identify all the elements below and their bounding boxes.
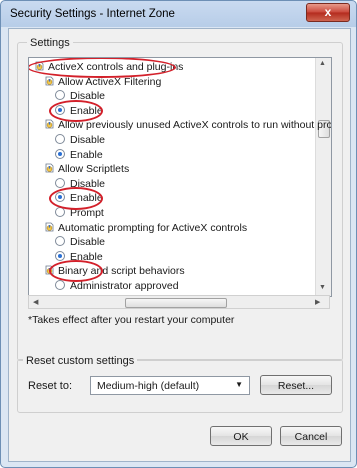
tree-item-label: Administrator approved [70,280,179,292]
tree-setting-autoprompt[interactable]: Automatic prompting for ActiveX controls [45,222,247,235]
cancel-button[interactable]: Cancel [280,426,342,446]
settings-group: ▲ ▼ ActiveX controls and plug-ins Allow A… [17,42,343,361]
tree-item-label: Allow Scriptlets [58,163,130,176]
red-highlight-ellipse [29,58,176,78]
radio-button[interactable] [55,90,65,101]
setting-shield-icon [45,222,58,234]
tree-option-previously-enable[interactable]: Enable [55,148,103,162]
tree-item-label: Allow previously unused ActiveX controls… [58,119,332,132]
tree-option-previously-disable[interactable]: Disable [55,134,105,147]
close-button[interactable]: x [306,3,350,22]
horizontal-scrollbar[interactable]: ◀ ▶ [28,295,330,309]
radio-button[interactable] [55,250,65,261]
scroll-down-arrow-icon[interactable]: ▼ [319,284,326,291]
radio-button[interactable] [55,280,65,290]
horizontal-scroll-thumb[interactable] [125,298,227,308]
restart-note: *Takes effect after you restart your com… [28,314,235,326]
vertical-scrollbar[interactable]: ▲ ▼ [315,58,331,296]
reset-to-label: Reset to: [28,380,73,392]
dropdown-arrow-icon[interactable]: ▼ [235,380,243,389]
red-highlight-ellipse [49,187,103,210]
reset-level-select[interactable]: Medium-high (default) ▼ [90,376,250,395]
reset-group-label: Reset custom settings [23,355,138,367]
settings-tree[interactable]: ▲ ▼ ActiveX controls and plug-ins Allow A… [28,57,332,297]
radio-button[interactable] [55,148,65,159]
window-title: Security Settings - Internet Zone [10,8,175,20]
scroll-up-arrow-icon[interactable]: ▲ [319,60,326,67]
scroll-right-arrow-icon[interactable]: ▶ [315,298,320,306]
red-highlight-ellipse [49,260,103,282]
tree-item-label: Automatic prompting for ActiveX controls [58,221,248,234]
reset-level-value: Medium-high (default) [97,380,200,392]
title-bar[interactable]: Security Settings - Internet Zone x [1,1,356,27]
setting-shield-icon [45,119,58,131]
reset-button[interactable]: Reset... [260,375,332,395]
settings-group-label: Settings [27,37,73,49]
tree-setting-previously[interactable]: Allow previously unused ActiveX controls… [45,119,332,132]
red-highlight-ellipse [49,100,103,122]
tree-item-label: Disable [70,134,106,146]
setting-shield-icon [45,163,58,175]
radio-button[interactable] [55,236,65,247]
tree-option-autoprompt-disable[interactable]: Disable [55,236,105,249]
ok-button[interactable]: OK [210,426,272,446]
reset-group: Reset to: Medium-high (default) ▼ Reset.… [17,359,343,413]
security-settings-window: Security Settings - Internet Zone x ▲ ▼ … [0,0,357,468]
tree-setting-scriptlets[interactable]: Allow Scriptlets [45,163,129,176]
tree-item-label: Disable [70,236,106,249]
dialog-body: ▲ ▼ ActiveX controls and plug-ins Allow A… [8,28,351,462]
radio-button[interactable] [55,134,65,144]
tree-item-label: Enable [70,148,103,161]
radio-button[interactable] [55,177,65,188]
scroll-left-arrow-icon[interactable]: ◀ [33,298,38,306]
setting-shield-icon [45,76,58,88]
